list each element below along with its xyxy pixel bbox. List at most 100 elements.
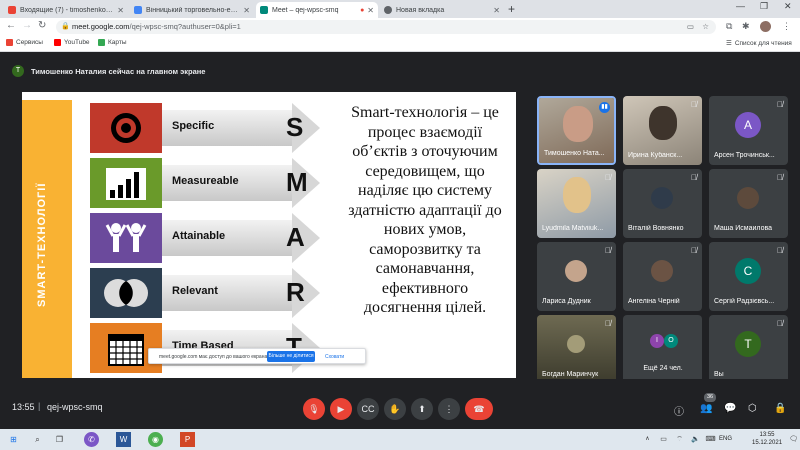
search-icon[interactable]: ⌕ [30, 432, 45, 447]
tray-chevron-icon[interactable]: ∧ [640, 432, 655, 447]
presenter-avatar: Т [12, 65, 24, 77]
people-cheering-icon [90, 213, 162, 263]
windows-start-icon[interactable]: ⊞ [6, 432, 21, 447]
bookmark-label: Сервисы [16, 39, 43, 46]
notifications-icon[interactable]: 🗨 [786, 432, 800, 447]
close-icon[interactable]: ✕ [117, 6, 124, 15]
chrome-icon [384, 6, 392, 14]
screen-share-notice: meet.google.com має доступ до вашого екр… [148, 348, 366, 364]
menu-icon[interactable]: ⋮ [782, 21, 791, 32]
profile-avatar[interactable] [760, 21, 771, 32]
meeting-code: qej-wpsc-smq [47, 402, 103, 412]
participant-tile[interactable]: 🎙̸ Лариса Дудник [537, 242, 616, 311]
address-bar[interactable]: 🔒 meet.google.com/qej-wpsc-smq?authuser=… [56, 20, 716, 34]
participant-tile[interactable]: ▮▮ Тимошенко Ната... [537, 96, 616, 165]
bookmark-youtube[interactable]: YouTube [54, 39, 90, 46]
chat-icon[interactable]: 💬 [724, 403, 736, 414]
reload-icon[interactable]: ↻ [38, 20, 46, 31]
info-icon[interactable]: ⓘ [674, 403, 684, 418]
input-language[interactable]: ENG [719, 436, 732, 442]
tab-label: Входящие (7) - timoshenko.natal... [20, 6, 114, 14]
participant-tile[interactable]: 🎙̸ Ирина Кубанск... [623, 96, 702, 165]
tab-label: Meet – qej-wpsc-smq [272, 6, 339, 14]
people-icon[interactable]: 👥 [700, 403, 712, 414]
forward-icon[interactable]: → [22, 20, 32, 31]
more-participants-label: Ещё 24 чел. [643, 365, 683, 372]
camera-off-button[interactable]: ▶ [330, 398, 352, 420]
network-icon[interactable]: ⌔ [672, 432, 687, 447]
minimize-icon[interactable]: — [736, 1, 745, 11]
close-window-icon[interactable]: ✕ [784, 1, 792, 12]
extensions-icon[interactable]: ⧉ [726, 21, 732, 32]
tab-new[interactable]: Новая вкладка ✕ [380, 2, 504, 18]
smart-label: Measureable [172, 175, 239, 187]
smart-letter: R [286, 277, 305, 307]
participant-photo [565, 260, 587, 282]
windows-taskbar: ⊞ ⌕ ❐ ✆ W ◉ P ∧ ▭ ⌔ 🔈 ⌨ ENG 13:55 15.12.… [0, 429, 800, 450]
participant-tile[interactable]: 🎙̸ Богдан Маринчук [537, 315, 616, 384]
participant-tile[interactable]: 🎙̸ Маша Исмаилова [709, 169, 788, 238]
participant-tile[interactable]: А 🎙̸ Арсен Трочинськ... [709, 96, 788, 165]
leave-call-button[interactable]: ☎ [465, 398, 493, 420]
meeting-time: 13:55 [12, 402, 35, 412]
word-icon[interactable]: W [116, 432, 131, 447]
separator: | [38, 401, 41, 411]
stop-sharing-button[interactable]: Більше не ділитися [267, 351, 315, 362]
clock-date: 15.12.2021 [752, 440, 783, 446]
participant-face [563, 177, 591, 213]
keyboard-icon[interactable]: ⌨ [703, 432, 718, 447]
mic-off-button[interactable]: 🎙 [303, 398, 325, 420]
host-controls-icon[interactable]: 🔒 [774, 403, 786, 414]
tab-meet[interactable]: Meet – qej-wpsc-smq ● ✕ [256, 2, 378, 18]
gmail-icon [8, 6, 16, 14]
recording-icon: ● [360, 6, 365, 14]
participant-tile[interactable]: 🎙̸ Ангеліна Черній [623, 242, 702, 311]
present-button[interactable]: ⬆ [411, 398, 433, 420]
smart-label: Specific [172, 120, 215, 132]
apps-grid-icon [6, 39, 13, 46]
extension-puzzle-icon[interactable]: ✱ [742, 21, 750, 32]
url-host: meet.google.com [72, 22, 130, 31]
participant-avatar: А [735, 112, 761, 138]
captions-button[interactable]: CC [357, 398, 379, 420]
bookmark-apps[interactable]: Сервисы [6, 39, 43, 46]
close-icon[interactable]: ✕ [493, 6, 500, 15]
tab-gmail[interactable]: Входящие (7) - timoshenko.natal... ✕ [4, 2, 128, 18]
participant-name: Сергій Радзієвсь... [714, 298, 775, 305]
back-icon[interactable]: ← [6, 20, 16, 31]
tab-label: Новая вкладка [396, 6, 445, 14]
bookmark-maps[interactable]: Карты [98, 39, 127, 46]
mic-off-icon: 🎙̸ [605, 246, 611, 255]
reading-list[interactable]: ☰ Список для чтения [726, 39, 792, 48]
tab-university[interactable]: Вінницький торговельно-еконо... ✕ [130, 2, 254, 18]
participant-tile[interactable]: С 🎙̸ Сергій Радзієвсь... [709, 242, 788, 311]
task-view-icon[interactable]: ❐ [52, 432, 67, 447]
chrome-icon[interactable]: ◉ [148, 432, 163, 447]
battery-icon[interactable]: ▭ [656, 432, 671, 447]
volume-icon[interactable]: 🔈 [688, 432, 703, 447]
raise-hand-button[interactable]: ✋ [384, 398, 406, 420]
star-icon[interactable]: ☆ [702, 20, 709, 34]
maximize-icon[interactable]: ❐ [760, 1, 768, 12]
new-tab-button[interactable]: + [508, 2, 515, 16]
smart-letter: A [286, 222, 305, 252]
activities-icon[interactable]: ⬡ [748, 403, 757, 414]
close-icon[interactable]: ✕ [367, 6, 374, 15]
participant-face [649, 106, 677, 140]
participant-name: Lyudmila Matviiuk... [542, 225, 604, 232]
more-participants-tile[interactable]: І О Ещё 24 чел. [623, 315, 702, 384]
camera-indicator-icon[interactable]: ▭ [687, 20, 694, 34]
participant-tile[interactable]: 🎙̸ Lyudmila Matviiuk... [537, 169, 616, 238]
system-clock[interactable]: 13:55 15.12.2021 [752, 431, 782, 447]
close-icon[interactable]: ✕ [243, 6, 250, 15]
powerpoint-icon[interactable]: P [180, 432, 195, 447]
clock-time: 13:55 [759, 432, 775, 438]
participant-avatar: С [735, 258, 761, 284]
participant-name: Маша Исмаилова [714, 225, 772, 232]
viber-icon[interactable]: ✆ [84, 432, 99, 447]
more-options-button[interactable]: ⋮ [438, 398, 460, 420]
mic-off-icon: 🎙̸ [691, 246, 697, 255]
hide-notice-link[interactable]: Сховати [325, 354, 344, 360]
self-tile[interactable]: Т 🎙̸ Вы [709, 315, 788, 384]
participant-tile[interactable]: 🎙̸ Віталій Вовнянко [623, 169, 702, 238]
